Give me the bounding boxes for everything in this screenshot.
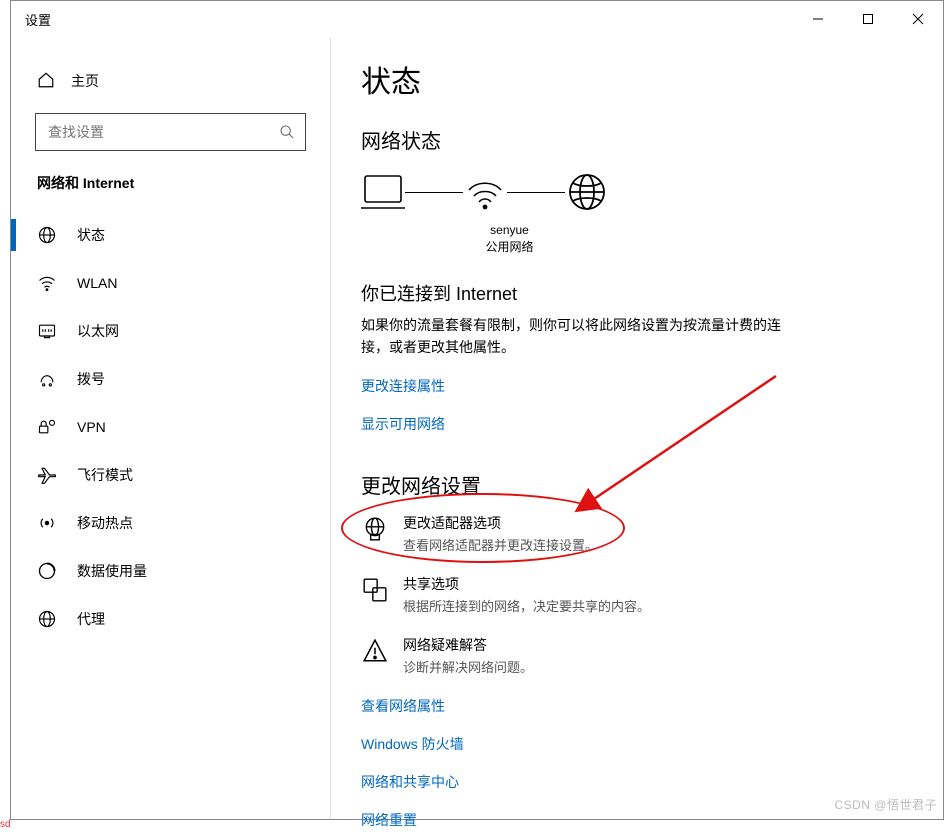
close-icon: [912, 13, 924, 25]
wifi-diagram-icon: [463, 170, 507, 214]
close-button[interactable]: [893, 1, 943, 37]
globe-icon: [37, 225, 57, 245]
minimize-button[interactable]: [793, 1, 843, 37]
home-link[interactable]: 主页: [11, 63, 330, 99]
sidebar-item-hotspot[interactable]: 移动热点: [11, 499, 330, 547]
window-controls: [793, 1, 943, 37]
wifi-name-label: senyue: [361, 222, 658, 239]
option-troubleshoot[interactable]: 网络疑难解答 诊断并解决网络问题。: [361, 635, 913, 676]
troubleshoot-icon: [361, 637, 389, 665]
sidebar-item-status[interactable]: 状态: [11, 211, 330, 259]
minimize-icon: [812, 13, 824, 25]
dialup-icon: [37, 369, 57, 389]
option-title: 更改适配器选项: [403, 513, 598, 533]
link-network-properties[interactable]: 查看网络属性: [361, 696, 913, 716]
option-desc: 查看网络适配器并更改连接设置。: [403, 535, 598, 554]
globe-diagram-icon: [565, 170, 609, 214]
search-icon: [279, 124, 295, 140]
network-caption: senyue 公用网络: [361, 222, 658, 256]
sidebar-item-airplane[interactable]: 飞行模式: [11, 451, 330, 499]
watermark: CSDN @悟世君子: [834, 796, 937, 813]
sidebar-item-data-usage[interactable]: 数据使用量: [11, 547, 330, 595]
page-title: 状态: [361, 57, 913, 101]
option-adapter[interactable]: 更改适配器选项 查看网络适配器并更改连接设置。: [361, 513, 913, 554]
window: 设置 主页 网络: [10, 0, 944, 820]
link-network-reset[interactable]: 网络重置: [361, 810, 913, 830]
wifi-icon: [37, 273, 57, 293]
option-desc: 诊断并解决网络问题。: [403, 657, 533, 676]
link-network-sharing-center[interactable]: 网络和共享中心: [361, 772, 913, 792]
change-connection-properties-link[interactable]: 更改连接属性: [361, 376, 913, 396]
corner-mark: sd: [0, 819, 11, 830]
proxy-icon: [37, 609, 57, 629]
option-title: 共享选项: [403, 574, 650, 594]
home-label: 主页: [71, 71, 99, 91]
option-sharing[interactable]: 共享选项 根据所连接到的网络，决定要共享的内容。: [361, 574, 913, 615]
titlebar: 设置: [11, 1, 943, 37]
connected-title: 你已连接到 Internet: [361, 280, 913, 306]
maximize-button[interactable]: [843, 1, 893, 37]
hotspot-icon: [37, 513, 57, 533]
link-windows-firewall[interactable]: Windows 防火墙: [361, 734, 913, 754]
option-desc: 根据所连接到的网络，决定要共享的内容。: [403, 596, 650, 615]
ethernet-icon: [37, 321, 57, 341]
maximize-icon: [862, 13, 874, 25]
computer-icon: [361, 170, 405, 214]
show-available-networks-link[interactable]: 显示可用网络: [361, 414, 913, 434]
sidebar-item-wlan[interactable]: WLAN: [11, 259, 330, 307]
network-status-heading: 网络状态: [361, 125, 913, 154]
search-input[interactable]: [46, 123, 271, 141]
search-box[interactable]: [35, 113, 306, 151]
sidebar-nav: 状态 WLAN 以太网 拨号 VPN: [11, 211, 330, 643]
share-icon: [361, 576, 389, 604]
network-diagram: [361, 168, 913, 216]
airplane-icon: [37, 465, 57, 485]
sidebar: 主页 网络和 Internet 状态 WLAN 以太网: [11, 37, 331, 819]
sidebar-item-dialup[interactable]: 拨号: [11, 355, 330, 403]
adapter-icon: [361, 515, 389, 543]
change-settings-heading: 更改网络设置: [361, 470, 913, 499]
sidebar-item-ethernet[interactable]: 以太网: [11, 307, 330, 355]
sidebar-item-vpn[interactable]: VPN: [11, 403, 330, 451]
home-icon: [37, 71, 55, 92]
data-usage-icon: [37, 561, 57, 581]
sidebar-item-proxy[interactable]: 代理: [11, 595, 330, 643]
wifi-type-label: 公用网络: [361, 239, 658, 256]
content-pane: 状态 网络状态 senyue 公用网络 你已连接到 Internet: [331, 37, 943, 819]
option-title: 网络疑难解答: [403, 635, 533, 655]
sidebar-section-title: 网络和 Internet: [11, 173, 330, 193]
vpn-icon: [37, 417, 57, 437]
connected-body: 如果你的流量套餐有限制，则你可以将此网络设置为按流量计费的连接，或者更改其他属性…: [361, 314, 781, 359]
window-title: 设置: [11, 10, 51, 29]
